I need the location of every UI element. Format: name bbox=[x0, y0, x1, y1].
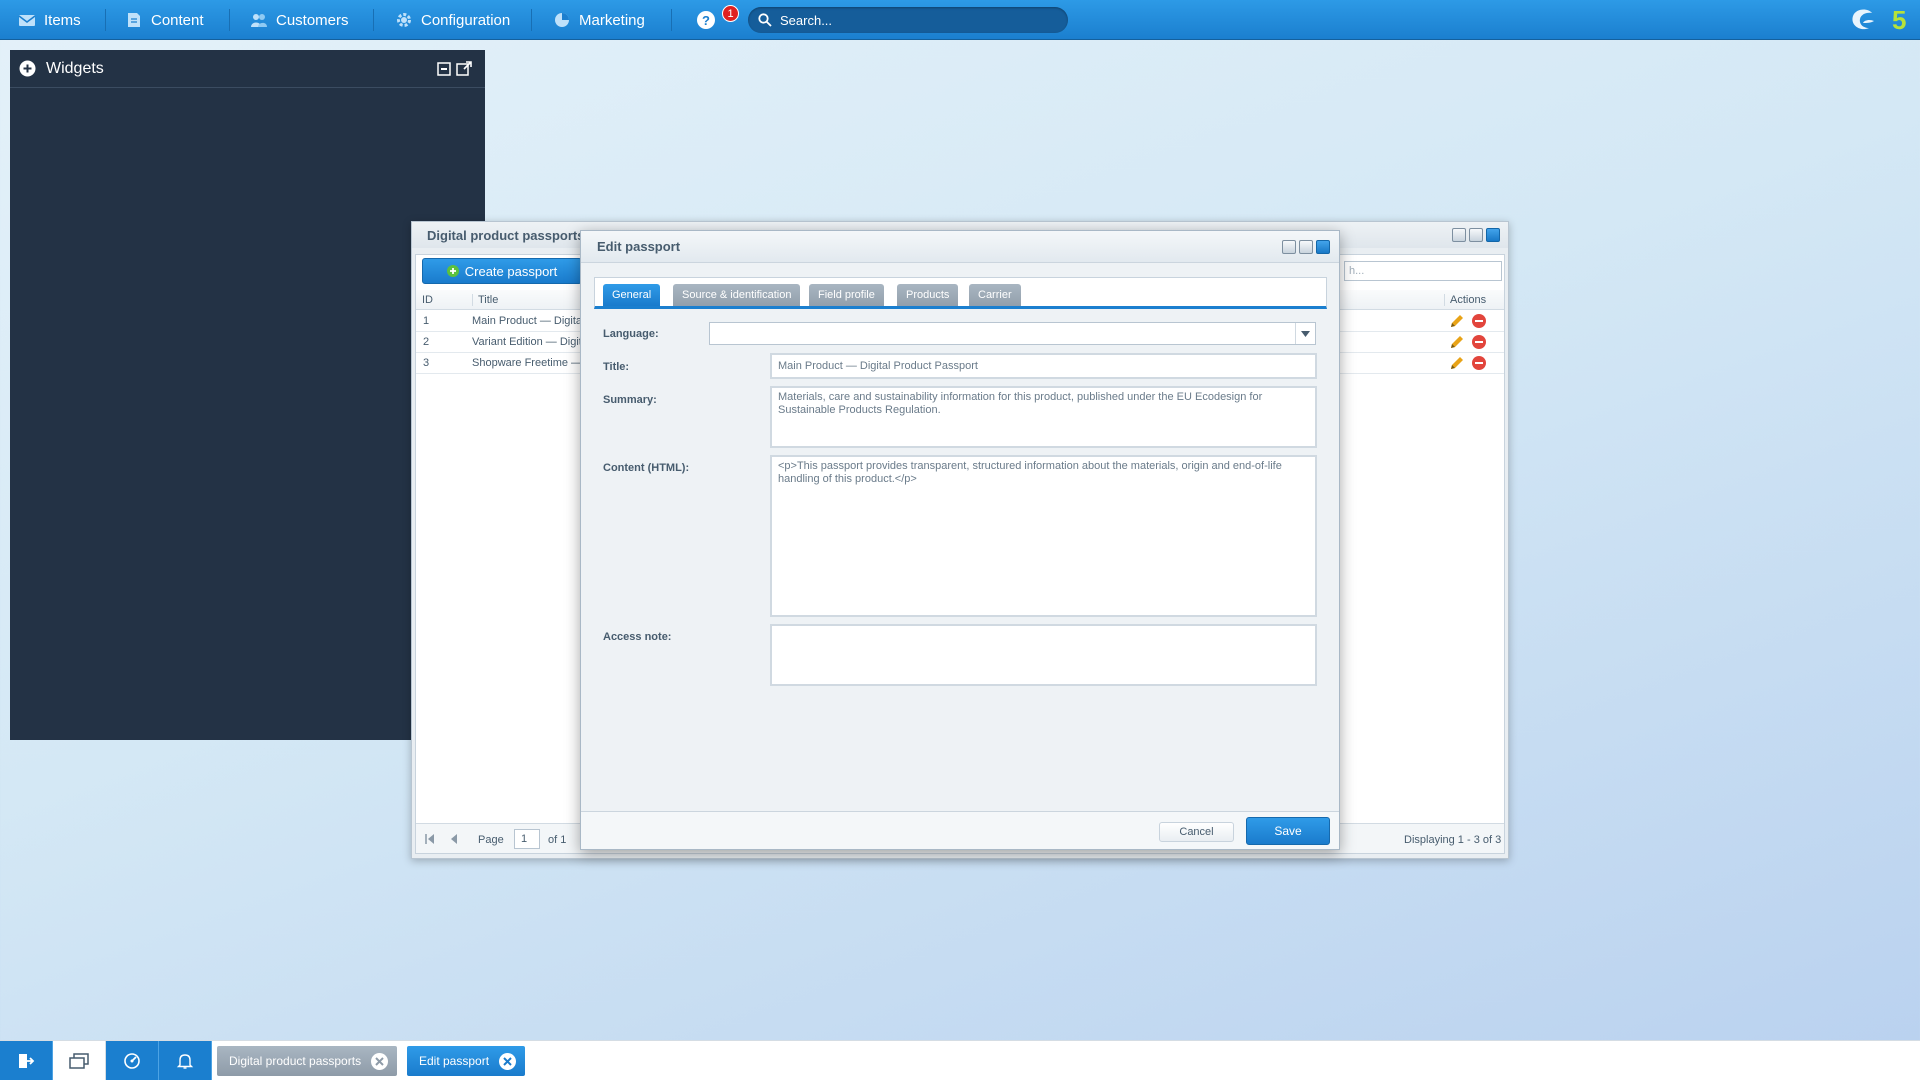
cancel-button[interactable]: Cancel bbox=[1159, 822, 1234, 842]
taskbar: Digital product passports Edit passport bbox=[0, 1040, 1920, 1080]
row-id: 2 bbox=[423, 336, 430, 348]
close-window-button[interactable] bbox=[1486, 228, 1500, 242]
row-id: 3 bbox=[423, 357, 430, 369]
page-number-input[interactable]: 1 bbox=[514, 829, 540, 849]
main-menubar: Items Content Customers Configuration Ma… bbox=[0, 0, 1920, 40]
taskbar-tab-passports[interactable]: Digital product passports bbox=[217, 1046, 397, 1076]
logout-icon[interactable] bbox=[0, 1041, 53, 1080]
taskbar-tab-label: Edit passport bbox=[419, 1054, 490, 1068]
menu-content-label: Content bbox=[151, 11, 204, 29]
menu-marketing-label: Marketing bbox=[579, 11, 645, 29]
shopware-logo-icon[interactable] bbox=[1850, 7, 1876, 33]
minimize-window-button[interactable] bbox=[1452, 228, 1466, 242]
access-note-field[interactable] bbox=[770, 624, 1317, 686]
language-label: Language: bbox=[603, 328, 659, 340]
previous-page-icon[interactable] bbox=[448, 833, 460, 845]
row-title: Shopware Freetime — bbox=[472, 357, 583, 369]
minimize-icon[interactable] bbox=[437, 62, 451, 76]
taskbar-tab-label: Digital product passports bbox=[229, 1054, 362, 1068]
plus-icon bbox=[446, 265, 459, 277]
edit-window-title: Edit passport bbox=[581, 231, 1339, 263]
content-html-field[interactable]: <p>This passport provides transparent, s… bbox=[770, 455, 1317, 617]
menu-items-label: Items bbox=[44, 11, 81, 29]
add-widget-icon[interactable] bbox=[19, 60, 36, 77]
menu-separator bbox=[531, 9, 532, 31]
tab-source-identification[interactable]: Source & identification bbox=[673, 284, 801, 306]
document-icon bbox=[128, 13, 140, 27]
widgets-title: Widgets bbox=[46, 59, 104, 77]
summary-label: Summary: bbox=[603, 394, 657, 406]
maximize-window-button[interactable] bbox=[1469, 228, 1483, 242]
delete-icon[interactable] bbox=[1472, 335, 1486, 349]
edit-pencil-icon[interactable] bbox=[1449, 313, 1465, 329]
grid-search-input[interactable]: h... bbox=[1344, 261, 1502, 281]
menu-separator bbox=[671, 9, 672, 31]
chevron-down-icon[interactable] bbox=[1295, 323, 1315, 344]
close-icon[interactable] bbox=[371, 1052, 389, 1070]
displaying-info: Displaying 1 - 3 of 3 bbox=[1404, 834, 1502, 846]
edit-window-footer: Cancel Save bbox=[581, 811, 1339, 849]
summary-field[interactable]: Materials, care and sustainability infor… bbox=[770, 386, 1317, 448]
menu-configuration[interactable]: Configuration bbox=[395, 0, 510, 40]
notifications-bell-icon[interactable] bbox=[159, 1041, 212, 1080]
create-passport-label: Create passport bbox=[464, 263, 558, 279]
maximize-window-button[interactable] bbox=[1299, 240, 1313, 254]
close-icon[interactable] bbox=[499, 1052, 517, 1070]
first-page-icon[interactable] bbox=[424, 833, 436, 845]
search-input[interactable] bbox=[780, 12, 1040, 28]
widgets-header: Widgets bbox=[10, 50, 485, 88]
menu-separator bbox=[229, 9, 230, 31]
title-label: Title: bbox=[603, 361, 630, 373]
menu-customers-label: Customers bbox=[276, 11, 349, 29]
column-header-title[interactable]: Title bbox=[472, 294, 498, 306]
access-note-label: Access note: bbox=[603, 631, 672, 643]
page-label: Page bbox=[478, 834, 504, 846]
row-title: Variant Edition — Digit bbox=[472, 336, 582, 348]
content-html-label: Content (HTML): bbox=[603, 462, 690, 474]
save-button[interactable]: Save bbox=[1246, 817, 1330, 845]
column-header-id[interactable]: ID bbox=[422, 294, 433, 306]
menu-separator bbox=[105, 9, 106, 31]
close-window-button[interactable] bbox=[1316, 240, 1330, 254]
row-id: 1 bbox=[423, 315, 430, 327]
popout-icon[interactable] bbox=[456, 60, 473, 77]
users-icon bbox=[251, 14, 267, 27]
delete-icon[interactable] bbox=[1472, 314, 1486, 328]
menu-configuration-label: Configuration bbox=[421, 11, 511, 29]
windows-overview-icon[interactable] bbox=[53, 1041, 106, 1080]
edit-pencil-icon[interactable] bbox=[1449, 355, 1465, 371]
search-icon bbox=[758, 13, 772, 27]
edit-tabbar: General Source & identification Field pr… bbox=[594, 277, 1327, 309]
language-select[interactable] bbox=[709, 322, 1316, 345]
menu-customers[interactable]: Customers bbox=[250, 0, 349, 40]
envelope-icon bbox=[18, 15, 36, 26]
title-field[interactable]: Main Product — Digital Product Passport bbox=[770, 353, 1317, 379]
delete-icon[interactable] bbox=[1472, 356, 1486, 370]
menu-items[interactable]: Items bbox=[18, 0, 81, 40]
row-title: Main Product — Digita bbox=[472, 315, 583, 327]
create-passport-button[interactable]: Create passport bbox=[422, 258, 582, 284]
menu-separator bbox=[373, 9, 374, 31]
menu-marketing[interactable]: Marketing bbox=[553, 0, 645, 40]
notification-badge: 1 bbox=[722, 5, 739, 22]
global-search[interactable] bbox=[748, 7, 1068, 33]
menu-content[interactable]: Content bbox=[125, 0, 204, 40]
taskbar-tab-edit-passport[interactable]: Edit passport bbox=[407, 1046, 525, 1076]
tab-general[interactable]: General bbox=[603, 284, 661, 306]
help-icon[interactable]: ? bbox=[697, 11, 715, 29]
edit-passport-window: Edit passport General Source & identific… bbox=[580, 230, 1340, 850]
column-header-actions: Actions bbox=[1444, 294, 1486, 306]
edit-pencil-icon[interactable] bbox=[1449, 334, 1465, 350]
tab-carrier[interactable]: Carrier bbox=[969, 284, 1021, 306]
gear-icon bbox=[397, 13, 411, 27]
brand-mark-icon: 5 bbox=[1892, 5, 1907, 35]
dashboard-icon[interactable] bbox=[106, 1041, 159, 1080]
minimize-window-button[interactable] bbox=[1282, 240, 1296, 254]
page-count: of 1 bbox=[548, 834, 567, 846]
tab-field-profile[interactable]: Field profile bbox=[809, 284, 884, 306]
pie-chart-icon bbox=[555, 13, 569, 27]
tab-products[interactable]: Products bbox=[897, 284, 959, 306]
